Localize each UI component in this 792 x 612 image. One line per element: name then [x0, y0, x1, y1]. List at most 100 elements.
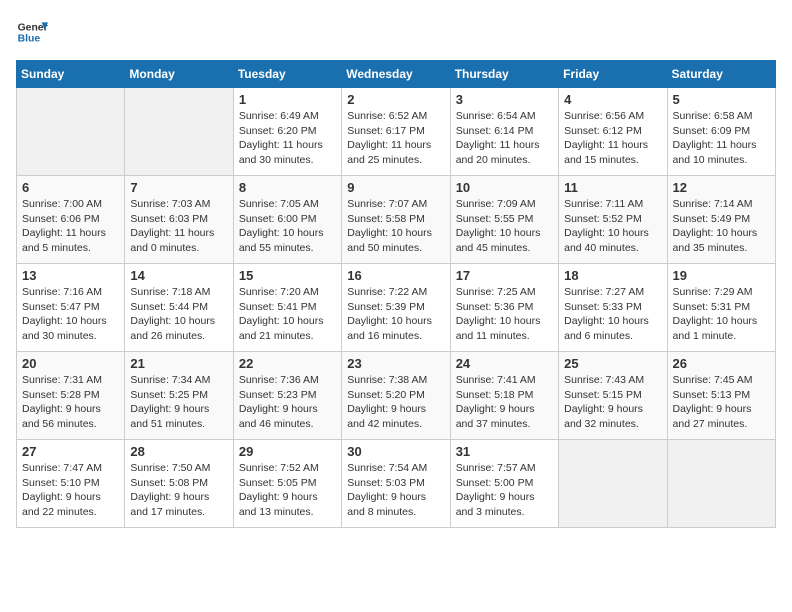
calendar-table: SundayMondayTuesdayWednesdayThursdayFrid… [16, 60, 776, 528]
day-detail: Sunrise: 7:16 AM Sunset: 5:47 PM Dayligh… [22, 285, 119, 344]
day-detail: Sunrise: 7:29 AM Sunset: 5:31 PM Dayligh… [673, 285, 770, 344]
calendar-cell: 16Sunrise: 7:22 AM Sunset: 5:39 PM Dayli… [342, 264, 450, 352]
day-number: 19 [673, 268, 770, 283]
calendar-cell [559, 440, 667, 528]
day-detail: Sunrise: 7:52 AM Sunset: 5:05 PM Dayligh… [239, 461, 336, 520]
day-number: 7 [130, 180, 227, 195]
day-detail: Sunrise: 7:41 AM Sunset: 5:18 PM Dayligh… [456, 373, 553, 432]
day-detail: Sunrise: 7:31 AM Sunset: 5:28 PM Dayligh… [22, 373, 119, 432]
calendar-cell [17, 88, 125, 176]
day-detail: Sunrise: 7:36 AM Sunset: 5:23 PM Dayligh… [239, 373, 336, 432]
page-header: General Blue [16, 16, 776, 48]
day-number: 8 [239, 180, 336, 195]
day-detail: Sunrise: 7:43 AM Sunset: 5:15 PM Dayligh… [564, 373, 661, 432]
calendar-cell: 9Sunrise: 7:07 AM Sunset: 5:58 PM Daylig… [342, 176, 450, 264]
calendar-cell: 25 Sunrise: 7:43 AM Sunset: 5:15 PM Dayli… [559, 352, 667, 440]
day-number: 11 [564, 180, 661, 195]
calendar-cell: 31 Sunrise: 7:57 AM Sunset: 5:00 PM Dayli… [450, 440, 558, 528]
day-number: 13 [22, 268, 119, 283]
day-detail: Sunrise: 7:45 AM Sunset: 5:13 PM Dayligh… [673, 373, 770, 432]
day-number: 21 [130, 356, 227, 371]
calendar-cell: 6Sunrise: 7:00 AM Sunset: 6:06 PM Daylig… [17, 176, 125, 264]
day-number: 20 [22, 356, 119, 371]
calendar-cell [667, 440, 775, 528]
calendar-cell: 22 Sunrise: 7:36 AM Sunset: 5:23 PM Dayli… [233, 352, 341, 440]
day-detail: Sunrise: 7:11 AM Sunset: 5:52 PM Dayligh… [564, 197, 661, 256]
calendar-cell: 24 Sunrise: 7:41 AM Sunset: 5:18 PM Dayli… [450, 352, 558, 440]
calendar-cell: 10Sunrise: 7:09 AM Sunset: 5:55 PM Dayli… [450, 176, 558, 264]
day-detail: Sunrise: 7:18 AM Sunset: 5:44 PM Dayligh… [130, 285, 227, 344]
day-number: 1 [239, 92, 336, 107]
day-number: 4 [564, 92, 661, 107]
calendar-cell: 4 Sunrise: 6:56 AM Sunset: 6:12 PM Daylig… [559, 88, 667, 176]
calendar-cell: 5 Sunrise: 6:58 AM Sunset: 6:09 PM Daylig… [667, 88, 775, 176]
logo: General Blue [16, 16, 52, 48]
day-detail: Sunrise: 6:56 AM Sunset: 6:12 PM Dayligh… [564, 109, 661, 168]
calendar-cell: 15 Sunrise: 7:20 AM Sunset: 5:41 PM Dayli… [233, 264, 341, 352]
calendar-cell: 7 Sunrise: 7:03 AM Sunset: 6:03 PM Daylig… [125, 176, 233, 264]
day-number: 15 [239, 268, 336, 283]
calendar-cell: 17Sunrise: 7:25 AM Sunset: 5:36 PM Dayli… [450, 264, 558, 352]
day-detail: Sunrise: 7:03 AM Sunset: 6:03 PM Dayligh… [130, 197, 227, 256]
day-detail: Sunrise: 7:20 AM Sunset: 5:41 PM Dayligh… [239, 285, 336, 344]
calendar-cell: 27 Sunrise: 7:47 AM Sunset: 5:10 PM Dayli… [17, 440, 125, 528]
day-detail: Sunrise: 7:27 AM Sunset: 5:33 PM Dayligh… [564, 285, 661, 344]
day-number: 30 [347, 444, 444, 459]
calendar-cell: 14 Sunrise: 7:18 AM Sunset: 5:44 PM Dayli… [125, 264, 233, 352]
day-number: 25 [564, 356, 661, 371]
day-number: 2 [347, 92, 444, 107]
calendar-cell: 3Sunrise: 6:54 AM Sunset: 6:14 PM Daylig… [450, 88, 558, 176]
calendar-cell: 21Sunrise: 7:34 AM Sunset: 5:25 PM Dayli… [125, 352, 233, 440]
day-number: 6 [22, 180, 119, 195]
calendar-cell: 8 Sunrise: 7:05 AM Sunset: 6:00 PM Daylig… [233, 176, 341, 264]
day-detail: Sunrise: 7:07 AM Sunset: 5:58 PM Dayligh… [347, 197, 444, 256]
day-number: 5 [673, 92, 770, 107]
day-detail: Sunrise: 6:49 AM Sunset: 6:20 PM Dayligh… [239, 109, 336, 168]
calendar-cell: 26 Sunrise: 7:45 AM Sunset: 5:13 PM Dayli… [667, 352, 775, 440]
day-number: 18 [564, 268, 661, 283]
calendar-week-row: 1 Sunrise: 6:49 AM Sunset: 6:20 PM Daylig… [17, 88, 776, 176]
calendar-cell: 18 Sunrise: 7:27 AM Sunset: 5:33 PM Dayli… [559, 264, 667, 352]
calendar-cell: 12Sunrise: 7:14 AM Sunset: 5:49 PM Dayli… [667, 176, 775, 264]
calendar-cell [125, 88, 233, 176]
calendar-week-row: 20 Sunrise: 7:31 AM Sunset: 5:28 PM Dayli… [17, 352, 776, 440]
logo-icon: General Blue [16, 16, 48, 48]
day-detail: Sunrise: 7:05 AM Sunset: 6:00 PM Dayligh… [239, 197, 336, 256]
calendar-cell: 2 Sunrise: 6:52 AM Sunset: 6:17 PM Daylig… [342, 88, 450, 176]
calendar-cell: 20 Sunrise: 7:31 AM Sunset: 5:28 PM Dayli… [17, 352, 125, 440]
day-number: 10 [456, 180, 553, 195]
day-detail: Sunrise: 6:58 AM Sunset: 6:09 PM Dayligh… [673, 109, 770, 168]
day-number: 26 [673, 356, 770, 371]
calendar-week-row: 13 Sunrise: 7:16 AM Sunset: 5:47 PM Dayli… [17, 264, 776, 352]
day-detail: Sunrise: 7:57 AM Sunset: 5:00 PM Dayligh… [456, 461, 553, 520]
calendar-week-row: 27 Sunrise: 7:47 AM Sunset: 5:10 PM Dayli… [17, 440, 776, 528]
day-number: 29 [239, 444, 336, 459]
calendar-week-row: 6Sunrise: 7:00 AM Sunset: 6:06 PM Daylig… [17, 176, 776, 264]
day-number: 3 [456, 92, 553, 107]
day-detail: Sunrise: 7:50 AM Sunset: 5:08 PM Dayligh… [130, 461, 227, 520]
day-detail: Sunrise: 7:25 AM Sunset: 5:36 PM Dayligh… [456, 285, 553, 344]
day-number: 24 [456, 356, 553, 371]
calendar-body: 1 Sunrise: 6:49 AM Sunset: 6:20 PM Daylig… [17, 88, 776, 528]
day-number: 31 [456, 444, 553, 459]
calendar-cell: 23Sunrise: 7:38 AM Sunset: 5:20 PM Dayli… [342, 352, 450, 440]
day-number: 27 [22, 444, 119, 459]
calendar-cell: 19 Sunrise: 7:29 AM Sunset: 5:31 PM Dayli… [667, 264, 775, 352]
day-detail: Sunrise: 6:52 AM Sunset: 6:17 PM Dayligh… [347, 109, 444, 168]
day-number: 23 [347, 356, 444, 371]
calendar-cell: 1 Sunrise: 6:49 AM Sunset: 6:20 PM Daylig… [233, 88, 341, 176]
day-number: 22 [239, 356, 336, 371]
svg-text:Blue: Blue [18, 34, 41, 45]
day-detail: Sunrise: 7:47 AM Sunset: 5:10 PM Dayligh… [22, 461, 119, 520]
calendar-cell: 28Sunrise: 7:50 AM Sunset: 5:08 PM Dayli… [125, 440, 233, 528]
weekday-header: Saturday [667, 61, 775, 88]
weekday-header: Sunday [17, 61, 125, 88]
calendar-cell: 29 Sunrise: 7:52 AM Sunset: 5:05 PM Dayli… [233, 440, 341, 528]
day-number: 14 [130, 268, 227, 283]
day-detail: Sunrise: 7:54 AM Sunset: 5:03 PM Dayligh… [347, 461, 444, 520]
day-number: 16 [347, 268, 444, 283]
calendar-cell: 30 Sunrise: 7:54 AM Sunset: 5:03 PM Dayli… [342, 440, 450, 528]
weekday-header: Wednesday [342, 61, 450, 88]
weekday-header: Thursday [450, 61, 558, 88]
day-number: 12 [673, 180, 770, 195]
